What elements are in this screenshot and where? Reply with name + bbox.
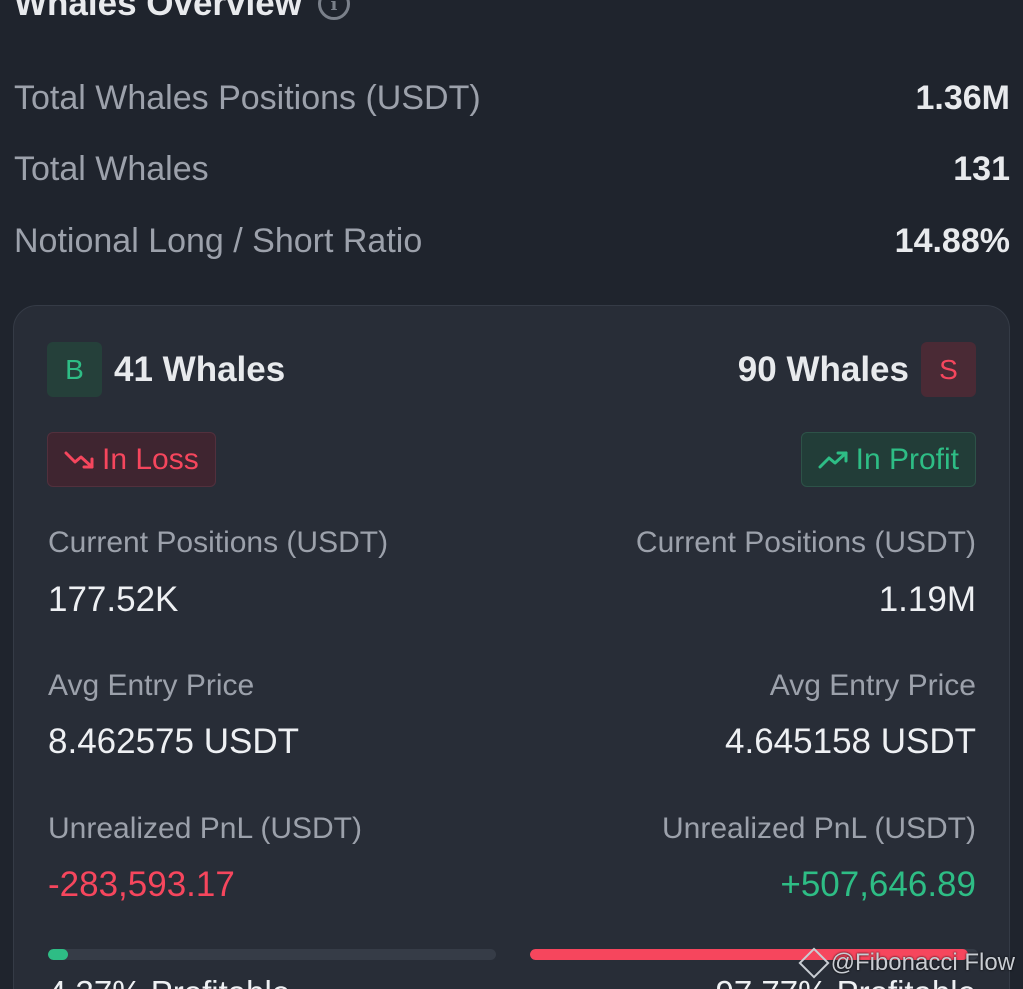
stat-label: Total Whales Positions (USDT) [14,78,481,117]
buy-badge: B [47,342,102,397]
watermark-text: @Fibonacci Flow [830,949,1015,976]
long-positions-label: Current Positions (USDT) [48,526,389,559]
in-loss-label: In Loss [102,442,199,476]
short-positions-label: Current Positions (USDT) [635,526,976,559]
long-profitable-fill [48,949,68,960]
short-pnl-value: +507,646.89 [780,865,976,904]
in-profit-tag: In Profit [800,432,976,487]
short-entry-value: 4.645158 USDT [725,722,976,761]
short-pnl-label: Unrealized PnL (USDT) [662,812,976,845]
long-entry-label: Avg Entry Price [48,669,255,702]
stat-label: Notional Long / Short Ratio [14,221,423,260]
stat-value: 131 [953,149,1010,188]
page-title: Whales Overview [14,0,302,23]
stat-label: Total Whales [14,149,209,188]
stat-total-whales: Total Whales 131 [14,144,1010,194]
stat-value: 14.88% [894,221,1010,260]
long-entry-value: 8.462575 USDT [48,722,299,761]
long-profitable-bar [48,949,496,960]
in-loss-tag: In Loss [47,432,216,487]
long-side-header: B 41 Whales [47,342,285,397]
short-whales-count: 90 Whales [737,349,909,389]
trending-up-icon [818,448,850,472]
long-profitable-text: 4.37% Profitable [48,974,290,989]
in-profit-label: In Profit [855,442,959,476]
long-whales-count: 41 Whales [114,349,286,389]
stat-total-positions: Total Whales Positions (USDT) 1.36M [14,73,1010,123]
short-side-header: 90 Whales S [738,342,976,397]
watermark: @Fibonacci Flow [798,947,1015,979]
title-row: Whales Overview i [14,0,350,24]
long-short-card: B 41 Whales 90 Whales S In Loss In Profi… [13,305,1010,989]
stat-value: 1.36M [915,78,1011,117]
info-icon[interactable]: i [317,0,350,20]
short-entry-label: Avg Entry Price [769,669,976,702]
binance-logo-icon [798,947,830,979]
short-positions-value: 1.19M [878,580,976,619]
stat-long-short-ratio: Notional Long / Short Ratio 14.88% [14,216,1010,266]
long-positions-value: 177.52K [48,580,179,619]
trending-down-icon [64,448,96,472]
sell-badge: S [921,342,976,397]
long-pnl-label: Unrealized PnL (USDT) [48,812,362,845]
whales-overview-page: Whales Overview i Total Whales Positions… [0,0,1023,989]
long-pnl-value: -283,593.17 [48,865,235,904]
